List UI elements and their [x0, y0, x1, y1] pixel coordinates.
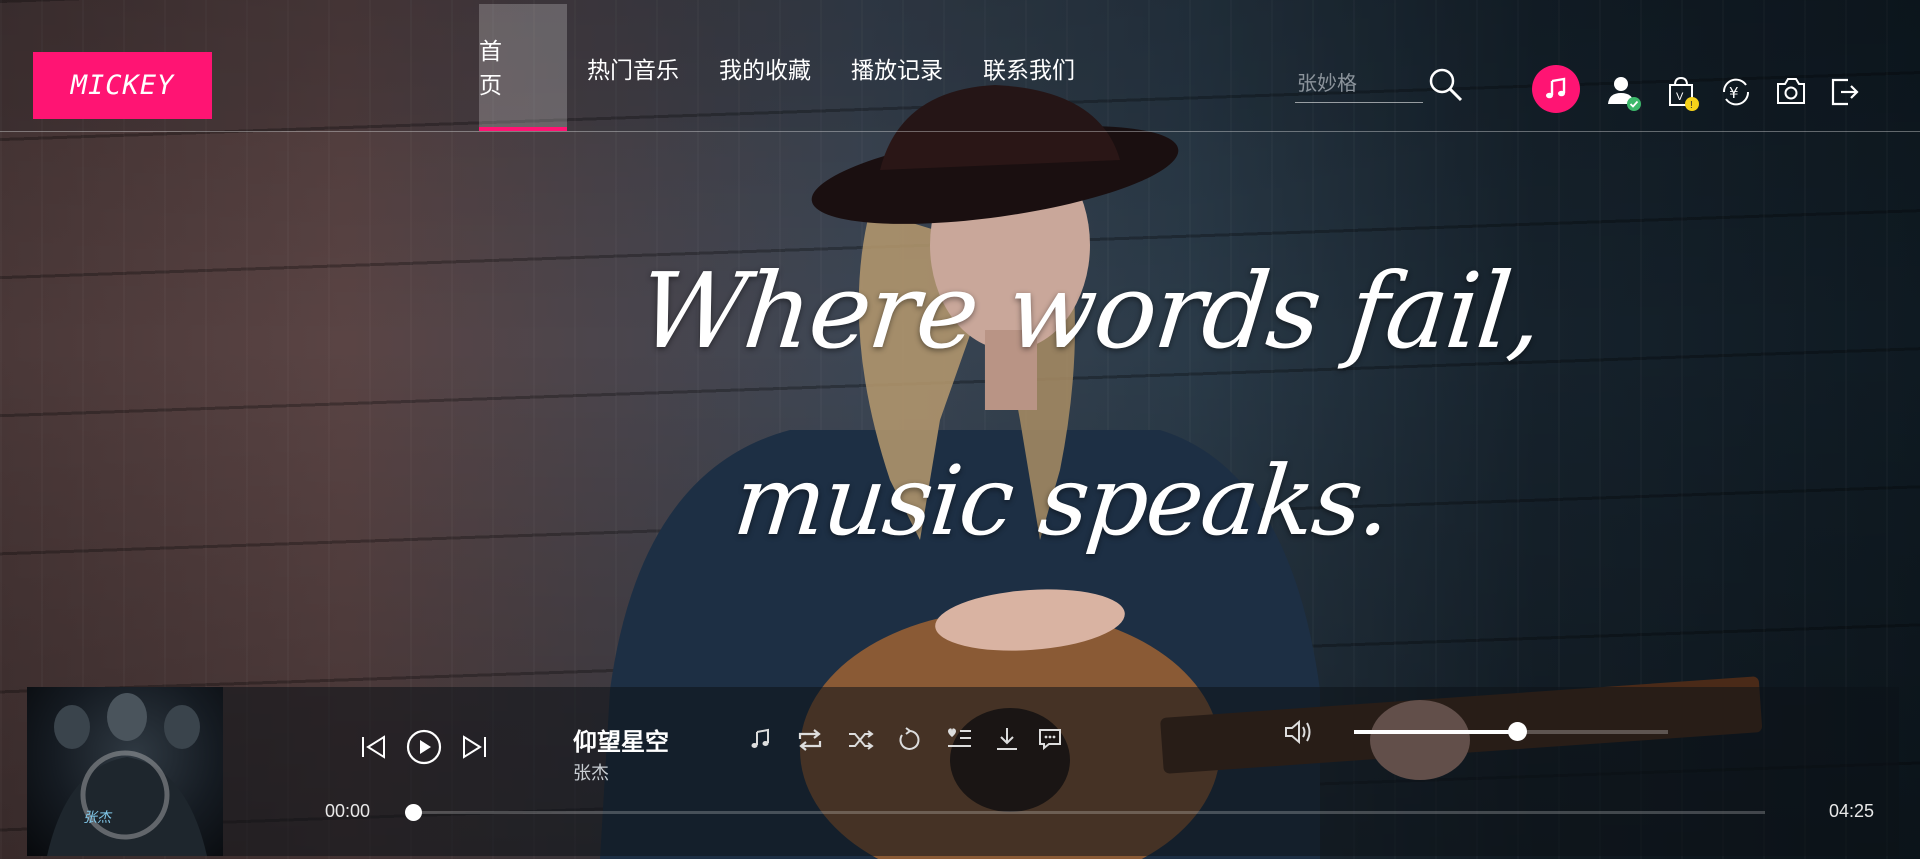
svg-text:¥: ¥: [1729, 84, 1739, 102]
song-artist[interactable]: 张杰: [573, 759, 609, 785]
comment-icon[interactable]: [1037, 727, 1063, 751]
brand-logo[interactable]: MICKEY: [33, 52, 212, 119]
nav-item-contact[interactable]: 联系我们: [963, 4, 1095, 131]
search-input[interactable]: [1295, 66, 1423, 103]
top-header: MICKEY 首 页 热门音乐 我的收藏 播放记录 联系我们 V !: [0, 0, 1920, 132]
current-time: 00:00: [325, 801, 371, 821]
volume-fill: [1354, 730, 1518, 734]
hero-slogan-line2: music speaks.: [729, 445, 1395, 557]
shuffle-icon[interactable]: [847, 729, 875, 751]
total-time: 04:25: [1829, 801, 1875, 821]
main-nav: 首 页 热门音乐 我的收藏 播放记录 联系我们: [479, 4, 1095, 131]
next-icon[interactable]: [460, 734, 488, 760]
nav-item-hot-music[interactable]: 热门音乐: [567, 4, 699, 131]
album-art-text: 张杰: [83, 809, 111, 825]
lyrics-note-icon[interactable]: [749, 727, 773, 751]
yuan-exchange-icon[interactable]: ¥: [1719, 75, 1753, 109]
add-to-list-icon[interactable]: [945, 726, 973, 752]
vip-bag-icon[interactable]: V !: [1666, 75, 1702, 113]
music-button[interactable]: [1532, 65, 1580, 113]
loop-one-icon[interactable]: [896, 727, 922, 753]
progress-bar[interactable]: [413, 811, 1765, 814]
nav-item-favorites[interactable]: 我的收藏: [699, 4, 831, 131]
album-cover[interactable]: 张杰: [27, 687, 223, 856]
nav-item-history[interactable]: 播放记录: [831, 4, 963, 131]
song-title: 仰望星空: [573, 729, 669, 756]
user-verified-icon[interactable]: [1606, 74, 1642, 112]
volume-icon[interactable]: [1283, 718, 1315, 746]
music-player-bar: [27, 687, 1899, 856]
logout-icon[interactable]: [1830, 77, 1860, 107]
svg-text:!: !: [1690, 100, 1693, 111]
download-icon[interactable]: [994, 726, 1020, 752]
progress-knob[interactable]: [405, 804, 422, 821]
album-art-image: [47, 693, 207, 856]
hero-slogan-line1: Where words fail,: [633, 250, 1547, 372]
search-icon[interactable]: [1427, 66, 1465, 104]
svg-text:V: V: [1676, 91, 1684, 103]
previous-icon[interactable]: [360, 734, 388, 760]
play-icon[interactable]: [405, 728, 443, 766]
nav-item-home[interactable]: 首 页: [479, 4, 567, 131]
camera-icon[interactable]: [1775, 76, 1807, 106]
repeat-icon[interactable]: [796, 727, 824, 753]
music-note-icon: [1546, 77, 1566, 99]
